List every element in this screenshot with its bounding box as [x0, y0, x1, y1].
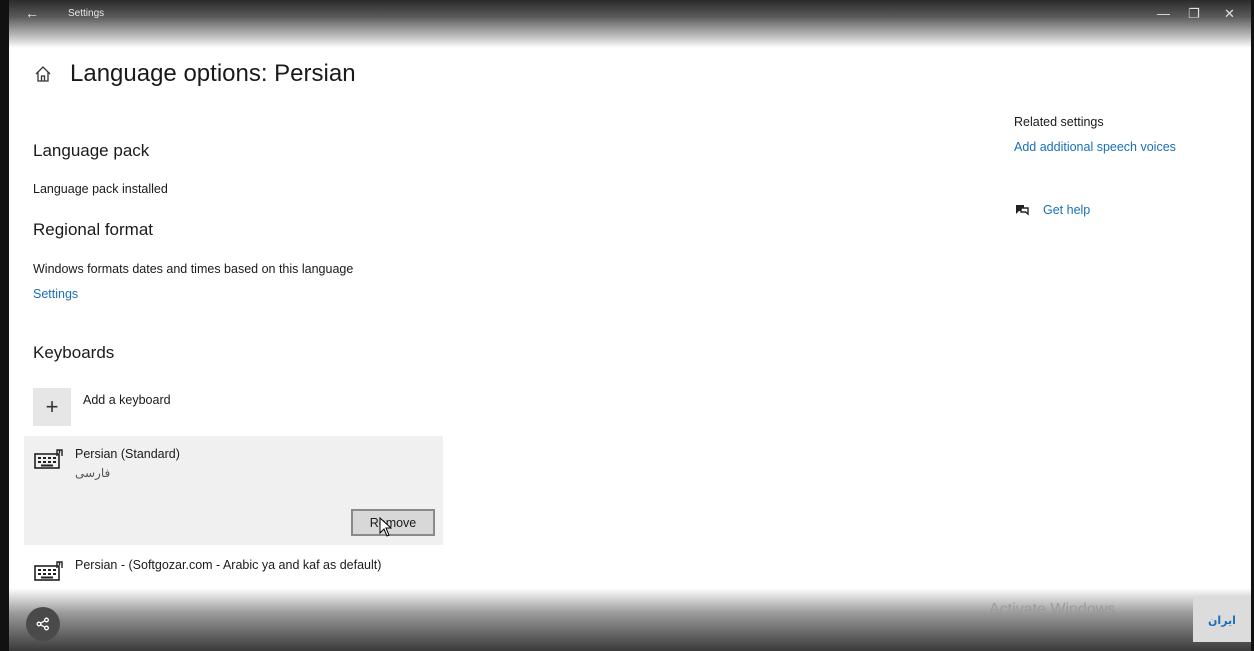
remove-button[interactable]: Remove	[351, 509, 435, 536]
page-header: Language options: Persian	[33, 60, 356, 88]
share-icon	[36, 617, 49, 631]
home-icon[interactable]	[33, 64, 53, 84]
related-settings-heading: Related settings	[1014, 115, 1104, 129]
mouse-cursor-icon	[379, 517, 393, 537]
frame-left	[0, 0, 9, 651]
get-help-label: Get help	[1043, 203, 1091, 217]
keyboard-native-name: فارسی	[75, 466, 111, 480]
minimize-icon[interactable]: —	[1157, 6, 1170, 21]
regional-format-description: Windows formats dates and times based on…	[33, 262, 354, 276]
keyboard-icon	[34, 449, 63, 469]
language-pack-heading: Language pack	[33, 141, 150, 160]
page-title: Language options: Persian	[70, 60, 356, 87]
speech-voices-link[interactable]: Add additional speech voices	[1014, 140, 1176, 154]
get-help-link[interactable]: Get help	[1014, 202, 1090, 218]
activate-windows-watermark: Activate Windows	[989, 601, 1116, 618]
close-icon[interactable]: ✕	[1224, 6, 1235, 22]
language-pack-status: Language pack installed	[33, 182, 168, 196]
keyboard-icon	[34, 561, 63, 581]
title-bar: ← Settings — ❐ ✕	[9, 0, 1251, 48]
maximize-icon[interactable]: ❐	[1188, 6, 1200, 22]
help-chat-icon	[1016, 205, 1029, 216]
plus-icon: +	[33, 388, 71, 426]
regional-format-heading: Regional format	[33, 220, 154, 239]
channel-logo: ایران	[1193, 598, 1251, 642]
add-keyboard-button[interactable]: + Add a keyboard	[33, 388, 171, 426]
back-arrow-icon[interactable]: ←	[25, 5, 39, 21]
regional-settings-link[interactable]: Settings	[33, 287, 78, 301]
keyboard-name[interactable]: Persian - (Softgozar.com - Arabic ya and…	[75, 558, 381, 572]
add-keyboard-label: Add a keyboard	[83, 393, 171, 407]
keyboards-heading: Keyboards	[33, 343, 115, 362]
window-title: Settings	[68, 8, 105, 19]
video-overlay-bar	[9, 588, 1251, 651]
share-button[interactable]	[26, 607, 60, 641]
keyboard-name: Persian (Standard)	[75, 447, 180, 461]
